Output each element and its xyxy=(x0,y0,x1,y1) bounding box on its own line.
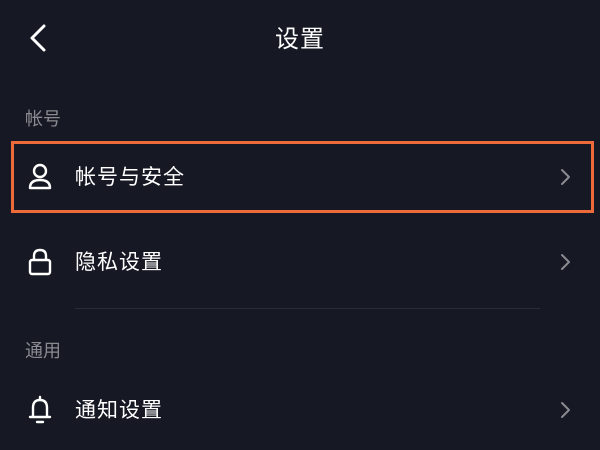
header-bar: 设置 xyxy=(0,0,600,80)
settings-item-label: 通知设置 xyxy=(75,398,163,422)
settings-item-label: 隐私设置 xyxy=(75,250,163,274)
chevron-right-icon xyxy=(555,399,575,421)
settings-item-account-security[interactable]: 帐号与安全 xyxy=(0,142,600,212)
chevron-right-icon xyxy=(555,251,575,273)
page-title: 设置 xyxy=(275,25,325,53)
chevron-right-icon xyxy=(555,166,575,188)
section-divider xyxy=(75,308,540,309)
lock-icon xyxy=(25,247,55,277)
settings-item-privacy[interactable]: 隐私设置 xyxy=(0,227,600,297)
section-label-general: 通用 xyxy=(25,341,61,362)
settings-item-label: 帐号与安全 xyxy=(75,165,185,189)
user-icon xyxy=(25,162,55,192)
section-label-account: 帐号 xyxy=(25,109,61,130)
settings-item-notifications[interactable]: 通知设置 xyxy=(0,375,600,445)
bell-icon xyxy=(25,395,55,425)
